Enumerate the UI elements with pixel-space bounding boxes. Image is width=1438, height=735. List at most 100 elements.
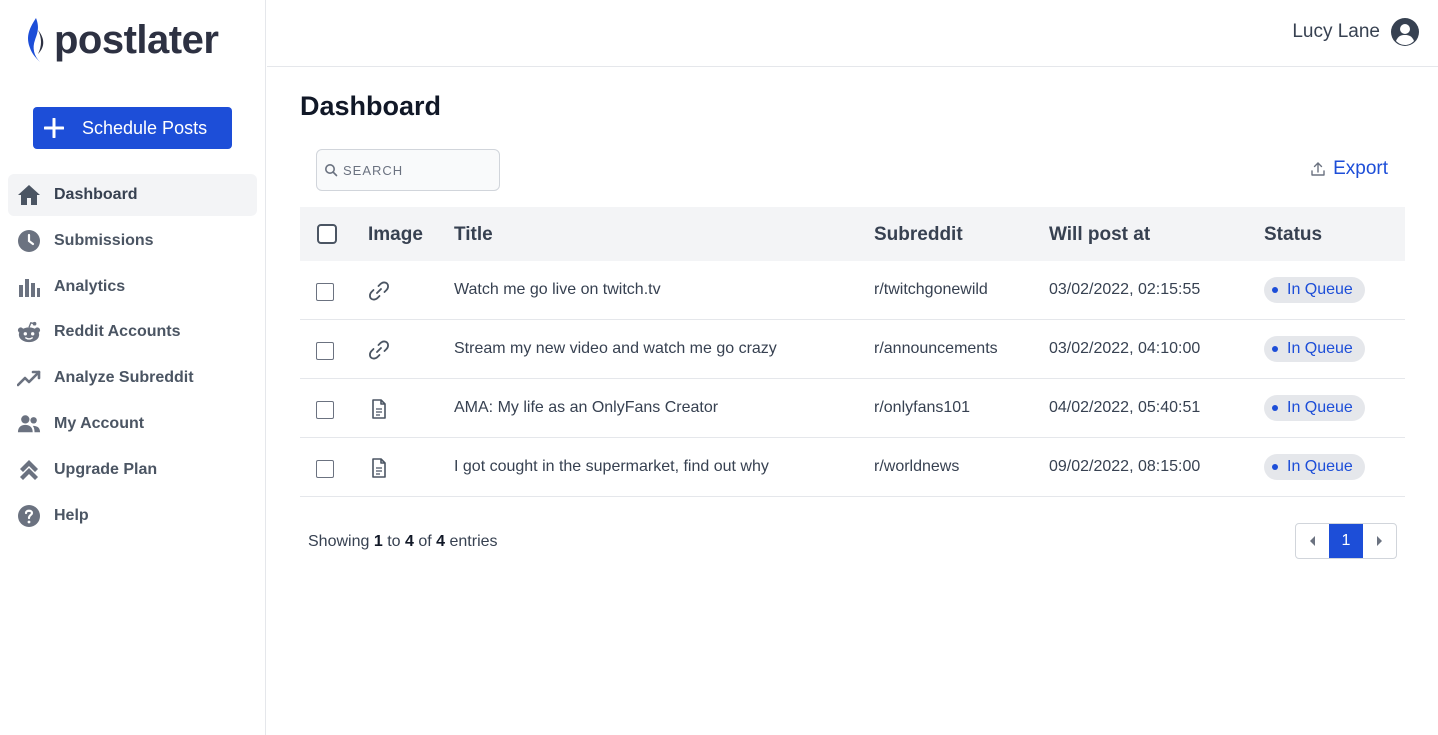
link-icon xyxy=(369,340,389,360)
sidebar-item-label: Submissions xyxy=(54,231,154,249)
export-button[interactable]: Export xyxy=(1310,158,1388,180)
topbar: Lucy Lane xyxy=(267,0,1438,67)
post-scheduled-time: 04/02/2022, 05:40:51 xyxy=(1049,399,1201,416)
post-scheduled-time: 03/02/2022, 04:10:00 xyxy=(1049,340,1201,357)
post-subreddit: r/worldnews xyxy=(874,458,960,475)
row-checkbox[interactable] xyxy=(316,401,334,419)
reddit-icon xyxy=(17,320,41,344)
sidebar: postlater Schedule Posts Dashboard Submi… xyxy=(0,0,266,735)
post-title[interactable]: I got cought in the supermarket, find ou… xyxy=(454,458,769,476)
status-dot xyxy=(1272,287,1278,293)
status-label: In Queue xyxy=(1287,281,1353,298)
search-input[interactable] xyxy=(343,162,483,178)
select-all-checkbox[interactable] xyxy=(317,224,337,244)
search-icon xyxy=(325,164,338,177)
sidebar-item-dashboard[interactable]: Dashboard xyxy=(8,174,257,216)
help-icon xyxy=(17,504,41,528)
pagination-summary: Showing 1 to 4 of 4 entries xyxy=(308,533,498,551)
status-badge: In Queue xyxy=(1264,277,1365,303)
upgrade-icon xyxy=(17,458,41,482)
row-checkbox[interactable] xyxy=(316,283,334,301)
link-icon xyxy=(369,281,389,301)
post-scheduled-time: 03/02/2022, 02:15:55 xyxy=(1049,281,1201,298)
post-title[interactable]: AMA: My life as an OnlyFans Creator xyxy=(454,399,718,417)
status-label: In Queue xyxy=(1287,399,1353,416)
table-row[interactable]: I got cought in the supermarket, find ou… xyxy=(300,438,1405,497)
logo-text: postlater xyxy=(54,18,219,62)
pagination: 1 xyxy=(1295,523,1397,559)
sidebar-item-submissions[interactable]: Submissions xyxy=(8,220,257,262)
status-badge: In Queue xyxy=(1264,336,1365,362)
sidebar-item-label: Help xyxy=(54,506,89,524)
table-header: Image Title Subreddit Will post at Statu… xyxy=(300,207,1405,261)
sidebar-item-label: Analyze Subreddit xyxy=(54,369,194,387)
plus-icon xyxy=(44,118,64,138)
sidebar-nav: Dashboard Submissions Analytics Reddit A… xyxy=(8,174,257,540)
status-badge: In Queue xyxy=(1264,395,1365,421)
chevron-right-icon xyxy=(1377,536,1383,546)
sidebar-item-reddit-accounts[interactable]: Reddit Accounts xyxy=(8,311,257,353)
post-title[interactable]: Watch me go live on twitch.tv xyxy=(454,281,661,299)
showing-word: Showing xyxy=(308,533,370,550)
user-name[interactable]: Lucy Lane xyxy=(1292,21,1380,43)
status-label: In Queue xyxy=(1287,458,1353,475)
table-row[interactable]: Watch me go live on twitch.tv r/twitchgo… xyxy=(300,261,1405,320)
post-subreddit: r/announcements xyxy=(874,340,998,357)
table-row[interactable]: Stream my new video and watch me go craz… xyxy=(300,320,1405,379)
chevron-left-icon xyxy=(1309,536,1315,546)
posts-table: Image Title Subreddit Will post at Statu… xyxy=(300,207,1405,497)
sidebar-item-analyze-subreddit[interactable]: Analyze Subreddit xyxy=(8,357,257,399)
flame-logo-icon xyxy=(28,18,44,62)
logo[interactable]: postlater xyxy=(24,18,219,62)
column-header-image[interactable]: Image xyxy=(368,224,423,246)
table-row[interactable]: AMA: My life as an OnlyFans Creator r/on… xyxy=(300,379,1405,438)
range-to: 4 xyxy=(404,533,414,550)
status-dot xyxy=(1272,405,1278,411)
column-header-post-at[interactable]: Will post at xyxy=(1049,224,1150,246)
entries-word: entries xyxy=(449,533,498,550)
sidebar-item-label: Dashboard xyxy=(54,186,138,203)
status-label: In Queue xyxy=(1287,340,1353,357)
post-subreddit: r/onlyfans101 xyxy=(874,399,971,416)
column-header-title[interactable]: Title xyxy=(454,224,493,246)
clock-icon xyxy=(17,229,41,253)
export-label: Export xyxy=(1333,158,1388,179)
schedule-posts-label: Schedule Posts xyxy=(82,117,208,138)
status-badge: In Queue xyxy=(1264,454,1365,480)
post-subreddit: r/twitchgonewild xyxy=(874,281,988,298)
bar-chart-icon xyxy=(17,275,41,299)
status-dot xyxy=(1272,346,1278,352)
user-avatar-icon[interactable] xyxy=(1391,18,1419,46)
search-box[interactable] xyxy=(316,149,500,191)
status-dot xyxy=(1272,464,1278,470)
sidebar-item-analytics[interactable]: Analytics xyxy=(8,266,257,308)
sidebar-item-upgrade-plan[interactable]: Upgrade Plan xyxy=(8,449,257,491)
next-page-button[interactable] xyxy=(1363,524,1396,558)
of-word: of xyxy=(418,533,432,550)
sidebar-item-help[interactable]: Help xyxy=(8,495,257,537)
prev-page-button[interactable] xyxy=(1296,524,1329,558)
range-from: 1 xyxy=(373,533,383,550)
sidebar-item-label: Upgrade Plan xyxy=(54,460,158,478)
sidebar-item-label: Analytics xyxy=(54,277,126,295)
sidebar-item-my-account[interactable]: My Account xyxy=(8,403,257,445)
home-icon xyxy=(17,183,41,207)
post-title[interactable]: Stream my new video and watch me go craz… xyxy=(454,340,777,358)
users-icon xyxy=(17,412,41,436)
total-count: 4 xyxy=(436,533,446,550)
row-checkbox[interactable] xyxy=(316,460,334,478)
sidebar-item-label: My Account xyxy=(54,414,145,432)
document-icon xyxy=(372,458,386,478)
row-checkbox[interactable] xyxy=(316,342,334,360)
post-scheduled-time: 09/02/2022, 08:15:00 xyxy=(1049,458,1201,475)
column-header-status[interactable]: Status xyxy=(1264,224,1322,246)
document-icon xyxy=(372,399,386,419)
to-word: to xyxy=(387,533,401,550)
column-header-subreddit[interactable]: Subreddit xyxy=(874,224,963,246)
export-icon xyxy=(1311,162,1325,176)
page-button-current[interactable]: 1 xyxy=(1329,524,1363,558)
page-title: Dashboard xyxy=(300,91,442,121)
schedule-posts-button[interactable]: Schedule Posts xyxy=(33,107,232,149)
sidebar-item-label: Reddit Accounts xyxy=(54,323,181,341)
trending-icon xyxy=(17,366,41,390)
